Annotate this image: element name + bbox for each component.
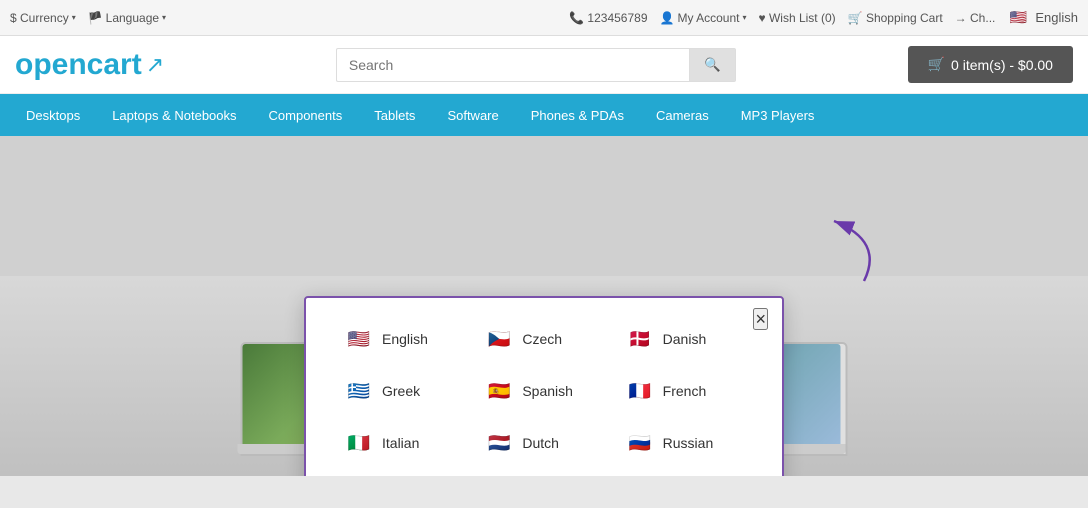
lang-item-english[interactable]: 🇺🇸 English <box>336 318 471 360</box>
lang-label-italian: Italian <box>382 435 419 451</box>
flag-danish-icon: 🇩🇰 <box>625 324 655 354</box>
nav-item-software[interactable]: Software <box>431 94 514 136</box>
flag-spanish-icon: 🇪🇸 <box>484 376 514 406</box>
flag-czech-icon: 🇨🇿 <box>484 324 514 354</box>
currency-dropdown[interactable]: $ Currency ▾ <box>10 11 76 25</box>
lang-item-vietnamese[interactable]: 🇻🇳 Vietnamese <box>336 474 471 476</box>
account-icon: 👤 <box>660 11 675 25</box>
nav-item-tablets[interactable]: Tablets <box>358 94 431 136</box>
nav-item-cameras[interactable]: Cameras <box>640 94 725 136</box>
lang-label-french: French <box>663 383 707 399</box>
english-badge: 🇺🇸 English <box>1007 7 1078 29</box>
account-caret: ▾ <box>742 13 746 22</box>
wish-list-link[interactable]: ♥ Wish List (0) <box>759 11 836 25</box>
flag-english-icon: 🇺🇸 <box>344 324 374 354</box>
lang-label-czech: Czech <box>522 331 562 347</box>
modal-close-button[interactable]: × <box>753 308 768 330</box>
currency-label: $ Currency <box>10 11 69 25</box>
flag-french-icon: 🇫🇷 <box>625 376 655 406</box>
language-modal-overlay: × 🇺🇸 English 🇨🇿 Czech 🇩🇰 Danish 🇬🇷 Greek… <box>304 296 784 476</box>
lang-label-dutch: Dutch <box>522 435 559 451</box>
lang-item-russian[interactable]: 🇷🇺 Russian <box>617 422 752 464</box>
logo-cart-icon: ↗ <box>146 52 164 78</box>
nav-item-laptops[interactable]: Laptops & Notebooks <box>96 94 252 136</box>
language-label: Language <box>106 11 159 25</box>
flag-italian-icon: 🇮🇹 <box>344 428 374 458</box>
lang-label-russian: Russian <box>663 435 714 451</box>
cart-button-label: 0 item(s) - $0.00 <box>951 57 1053 73</box>
search-bar: 🔍 <box>336 48 736 82</box>
language-caret: ▾ <box>162 13 166 22</box>
top-bar: $ Currency ▾ 🏴 Language ▾ 📞 123456789 👤 … <box>0 0 1088 36</box>
english-label: English <box>1035 10 1078 25</box>
lang-label-spanish: Spanish <box>522 383 573 399</box>
nav-item-phones[interactable]: Phones & PDAs <box>515 94 640 136</box>
search-button[interactable]: 🔍 <box>689 48 736 82</box>
lang-item-greek[interactable]: 🇬🇷 Greek <box>336 370 471 412</box>
phone-icon: 📞 <box>569 11 584 25</box>
checkout-link[interactable]: → Ch... <box>955 11 996 25</box>
currency-caret: ▾ <box>72 13 76 22</box>
lang-item-french[interactable]: 🇫🇷 French <box>617 370 752 412</box>
header: opencart ↗ 🔍 🛒 0 item(s) - $0.00 <box>0 36 1088 94</box>
lang-label-english: English <box>382 331 428 347</box>
checkout-label: Ch... <box>970 11 995 25</box>
logo[interactable]: opencart ↗ <box>15 48 164 82</box>
logo-text: opencart <box>15 48 142 82</box>
lang-item-chinese[interactable]: 🇨🇳 Chinese <box>476 474 611 476</box>
language-modal: × 🇺🇸 English 🇨🇿 Czech 🇩🇰 Danish 🇬🇷 Greek… <box>304 296 784 476</box>
nav-bar: Desktops Laptops & Notebooks Components … <box>0 94 1088 136</box>
language-dropdown[interactable]: 🏴 Language ▾ <box>88 11 166 25</box>
flag-russian-icon: 🇷🇺 <box>625 428 655 458</box>
language-grid: 🇺🇸 English 🇨🇿 Czech 🇩🇰 Danish 🇬🇷 Greek 🇪… <box>336 318 752 476</box>
phone-number: 📞 123456789 <box>569 11 647 25</box>
shopping-cart-link[interactable]: 🛒 Shopping Cart <box>848 11 943 25</box>
checkout-icon: → <box>955 11 967 25</box>
top-bar-right: 📞 123456789 👤 My Account ▾ ♥ Wish List (… <box>569 7 1078 29</box>
nav-item-desktops[interactable]: Desktops <box>10 94 96 136</box>
lang-item-dutch[interactable]: 🇳🇱 Dutch <box>476 422 611 464</box>
english-flag-icon: 🇺🇸 <box>1007 7 1029 29</box>
top-bar-left: $ Currency ▾ 🏴 Language ▾ <box>10 11 166 25</box>
lang-item-czech[interactable]: 🇨🇿 Czech <box>476 318 611 360</box>
lang-label-greek: Greek <box>382 383 420 399</box>
lang-label-danish: Danish <box>663 331 707 347</box>
nav-item-mp3[interactable]: MP3 Players <box>725 94 831 136</box>
cart-button[interactable]: 🛒 0 item(s) - $0.00 <box>908 46 1073 83</box>
language-flag-icon: 🏴 <box>88 11 103 25</box>
search-icon: 🔍 <box>704 57 721 72</box>
flag-dutch-icon: 🇳🇱 <box>484 428 514 458</box>
lang-item-italian[interactable]: 🇮🇹 Italian <box>336 422 471 464</box>
search-input[interactable] <box>336 48 689 82</box>
my-account-dropdown[interactable]: 👤 My Account ▾ <box>660 11 747 25</box>
lang-item-spanish[interactable]: 🇪🇸 Spanish <box>476 370 611 412</box>
cart-icon: 🛒 <box>848 11 863 25</box>
flag-greek-icon: 🇬🇷 <box>344 376 374 406</box>
heart-icon: ♥ <box>759 11 766 25</box>
lang-item-danish[interactable]: 🇩🇰 Danish <box>617 318 752 360</box>
hero-section: × 🇺🇸 English 🇨🇿 Czech 🇩🇰 Danish 🇬🇷 Greek… <box>0 136 1088 476</box>
cart-button-icon: 🛒 <box>928 56 945 73</box>
nav-item-components[interactable]: Components <box>253 94 359 136</box>
